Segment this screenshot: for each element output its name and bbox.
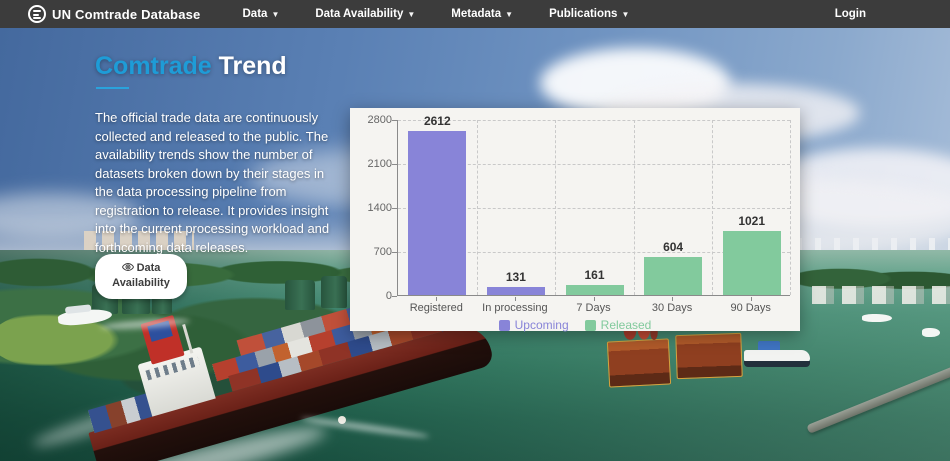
page-title-highlight: Comtrade <box>95 52 212 80</box>
bar-value-label: 161 <box>555 268 634 282</box>
x-tick-mark <box>515 297 516 301</box>
legend-swatch <box>499 320 510 331</box>
x-tick-mark <box>672 297 673 301</box>
x-category-label: 7 Days <box>554 302 633 314</box>
y-tick-mark <box>392 164 397 165</box>
bar-in-processing[interactable] <box>487 287 545 295</box>
y-tick-label: 2100 <box>352 158 392 170</box>
gridline <box>477 120 478 295</box>
x-category-label: In processing <box>476 302 555 314</box>
legend-item-upcoming: Upcoming <box>499 318 569 332</box>
bar-registered[interactable] <box>408 131 466 295</box>
legend-swatch <box>585 320 596 331</box>
small-boat <box>862 314 892 322</box>
y-tick-mark <box>392 296 397 297</box>
chevron-down-icon: ▼ <box>271 10 279 19</box>
y-tick-mark <box>392 120 397 121</box>
bar-7-days[interactable] <box>566 285 624 295</box>
un-comtrade-logo-icon <box>28 5 46 23</box>
bar-value-label: 131 <box>477 270 556 284</box>
x-category-label: Registered <box>397 302 476 314</box>
brand-logo-link[interactable]: UN Comtrade Database <box>28 5 201 23</box>
bar-value-label: 1021 <box>712 214 791 228</box>
nav-item-data[interactable]: Data▼ <box>229 0 294 29</box>
chevron-down-icon: ▼ <box>407 10 415 19</box>
x-category-label: 30 Days <box>633 302 712 314</box>
bar-value-label: 604 <box>634 240 713 254</box>
bar-30-days[interactable] <box>644 257 702 295</box>
page: UN Comtrade Database Data▼ Data Availabi… <box>0 0 950 461</box>
legend-label: Released <box>601 318 652 332</box>
y-tick-label: 1400 <box>352 202 392 214</box>
bar-value-label: 2612 <box>398 114 477 128</box>
login-link[interactable]: Login <box>835 8 866 20</box>
bar-90-days[interactable] <box>723 231 781 295</box>
nav-menu: Data▼ Data Availability▼ Metadata▼ Publi… <box>229 0 644 29</box>
barge <box>675 333 742 379</box>
chevron-down-icon: ▼ <box>621 10 629 19</box>
nav-item-data-availability[interactable]: Data Availability▼ <box>301 0 429 29</box>
title-underline <box>96 87 129 89</box>
port-buildings <box>812 286 950 304</box>
gridline <box>790 120 791 295</box>
gridline <box>712 120 713 295</box>
chart-legend: Upcoming Released <box>350 318 800 332</box>
y-tick-label: 2800 <box>352 114 392 126</box>
tugboat-hull <box>744 361 810 367</box>
chevron-down-icon: ▼ <box>505 10 513 19</box>
x-tick-mark <box>594 297 595 301</box>
y-tick-label: 0 <box>352 290 392 302</box>
gridline <box>634 120 635 295</box>
data-availability-button[interactable]: Data Availability <box>95 254 187 299</box>
nav-item-metadata[interactable]: Metadata▼ <box>437 0 527 29</box>
x-tick-mark <box>436 297 437 301</box>
x-tick-mark <box>751 297 752 301</box>
top-navbar: UN Comtrade Database Data▼ Data Availabi… <box>0 0 950 28</box>
legend-label: Upcoming <box>515 318 569 332</box>
y-tick-mark <box>392 252 397 253</box>
nav-item-publications[interactable]: Publications▼ <box>535 0 643 29</box>
x-category-label: 90 Days <box>711 302 790 314</box>
y-tick-mark <box>392 208 397 209</box>
hero-description: The official trade data are continuously… <box>95 109 339 257</box>
y-tick-label: 700 <box>352 246 392 258</box>
small-boat <box>922 328 940 337</box>
availability-trend-chart: 2612 131161604 1021 0 700 1400 2100 2800 Regist… <box>350 108 800 331</box>
page-title-rest: Trend <box>219 52 287 80</box>
page-title: Comtrade Trend <box>95 52 287 81</box>
eye-icon <box>122 262 134 272</box>
tugboat <box>744 350 810 372</box>
chart-plot-area: 26121311616041021 <box>397 120 790 296</box>
legend-item-released: Released <box>585 318 652 332</box>
brand-name: UN Comtrade Database <box>52 7 201 22</box>
